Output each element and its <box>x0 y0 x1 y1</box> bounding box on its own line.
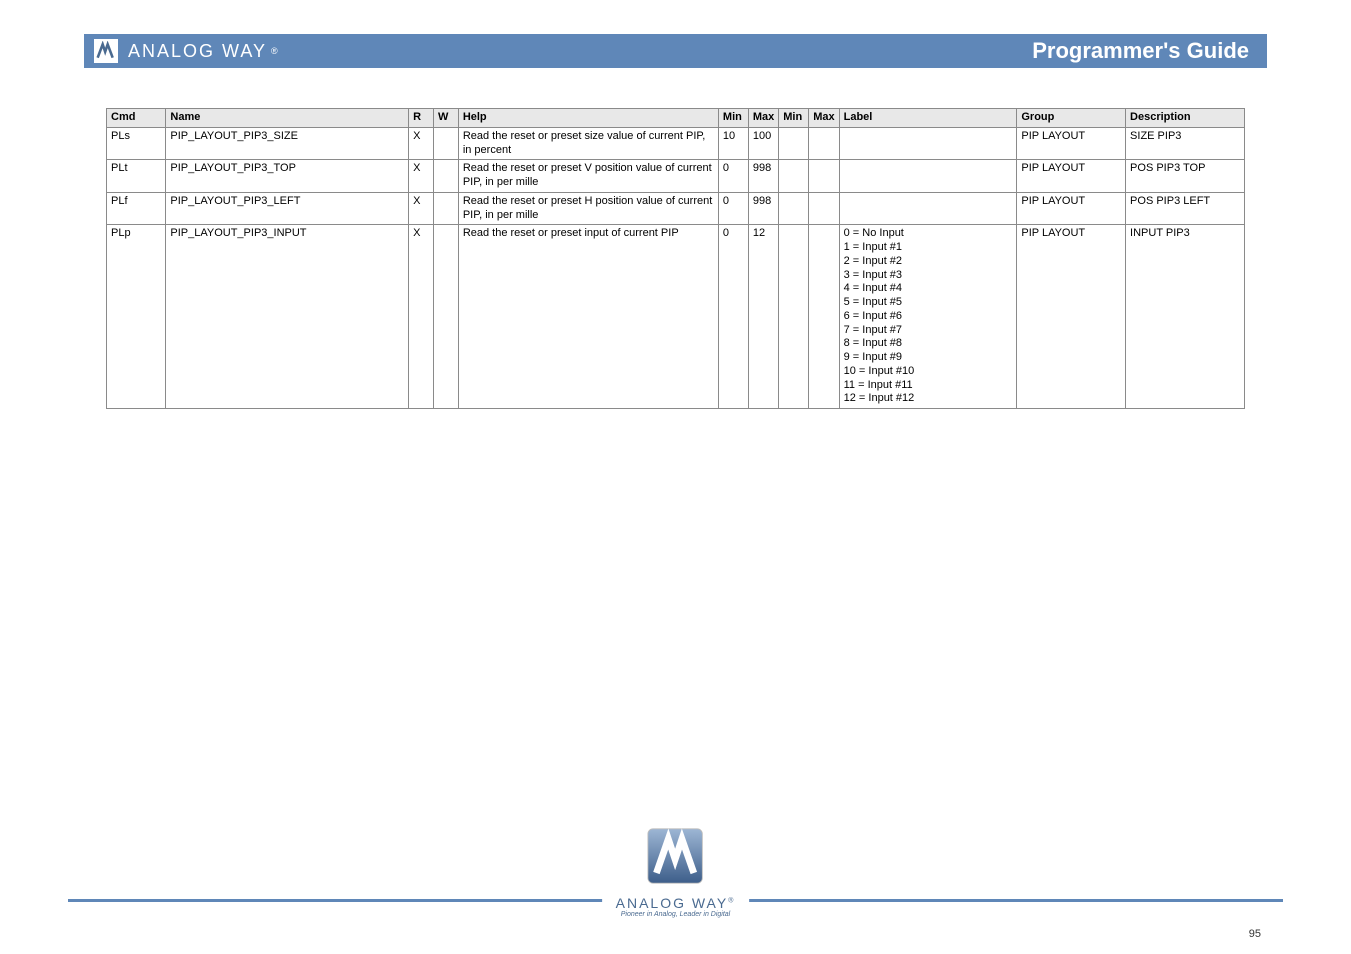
table-row: PLt PIP_LAYOUT_PIP3_TOP X Read the reset… <box>107 160 1245 193</box>
cell-cmd: PLp <box>107 225 166 409</box>
cell-max: 998 <box>748 192 778 225</box>
th-min: Min <box>718 109 748 128</box>
cell-w <box>433 225 458 409</box>
brand-reg-icon: ® <box>271 46 278 56</box>
page-number: 95 <box>1249 928 1261 940</box>
cell-min: 0 <box>718 225 748 409</box>
cell-label <box>839 192 1017 225</box>
cell-name: PIP_LAYOUT_PIP3_LEFT <box>166 192 409 225</box>
cell-max: 100 <box>748 127 778 160</box>
th-desc: Description <box>1126 109 1245 128</box>
cell-min: 10 <box>718 127 748 160</box>
th-w: W <box>433 109 458 128</box>
cell-min: 0 <box>718 192 748 225</box>
cell-max2 <box>809 192 839 225</box>
cell-r: X <box>409 192 434 225</box>
cell-group: PIP LAYOUT <box>1017 225 1126 409</box>
footer-brand-reg: ® <box>728 897 735 904</box>
cell-min2 <box>779 225 809 409</box>
th-max2: Max <box>809 109 839 128</box>
footer-logo-icon <box>642 822 710 890</box>
th-group: Group <box>1017 109 1126 128</box>
cell-min2 <box>779 127 809 160</box>
cell-min: 0 <box>718 160 748 193</box>
cell-label <box>839 127 1017 160</box>
cell-name: PIP_LAYOUT_PIP3_SIZE <box>166 127 409 160</box>
cell-w <box>433 160 458 193</box>
th-label: Label <box>839 109 1017 128</box>
cell-group: PIP LAYOUT <box>1017 160 1126 193</box>
cell-group: PIP LAYOUT <box>1017 127 1126 160</box>
table-row: PLs PIP_LAYOUT_PIP3_SIZE X Read the rese… <box>107 127 1245 160</box>
cell-help: Read the reset or preset V position valu… <box>458 160 718 193</box>
table-row: PLf PIP_LAYOUT_PIP3_LEFT X Read the rese… <box>107 192 1245 225</box>
cell-r: X <box>409 160 434 193</box>
th-name: Name <box>166 109 409 128</box>
cell-max: 998 <box>748 160 778 193</box>
table-header-row: Cmd Name R W Help Min Max Min Max Label … <box>107 109 1245 128</box>
cell-label <box>839 160 1017 193</box>
cell-help: Read the reset or preset size value of c… <box>458 127 718 160</box>
cell-desc: SIZE PIP3 <box>1126 127 1245 160</box>
cell-cmd: PLf <box>107 192 166 225</box>
footer-brand-text: ANALOG WAY <box>616 895 729 911</box>
cell-help: Read the reset or preset H position valu… <box>458 192 718 225</box>
cell-group: PIP LAYOUT <box>1017 192 1126 225</box>
th-cmd: Cmd <box>107 109 166 128</box>
th-min2: Min <box>779 109 809 128</box>
command-table: Cmd Name R W Help Min Max Min Max Label … <box>106 108 1245 409</box>
cell-min2 <box>779 160 809 193</box>
cell-max2 <box>809 160 839 193</box>
footer-tagline: Pioneer in Analog, Leader in Digital <box>616 911 736 918</box>
cell-cmd: PLs <box>107 127 166 160</box>
cell-min2 <box>779 192 809 225</box>
cell-w <box>433 192 458 225</box>
cell-cmd: PLt <box>107 160 166 193</box>
cell-max2 <box>809 127 839 160</box>
cell-desc: POS PIP3 LEFT <box>1126 192 1245 225</box>
brand-text: ANALOG WAY <box>128 41 267 62</box>
cell-desc: INPUT PIP3 <box>1126 225 1245 409</box>
cell-name: PIP_LAYOUT_PIP3_INPUT <box>166 225 409 409</box>
cell-r: X <box>409 127 434 160</box>
cell-max: 12 <box>748 225 778 409</box>
th-help: Help <box>458 109 718 128</box>
cell-w <box>433 127 458 160</box>
th-r: R <box>409 109 434 128</box>
cell-name: PIP_LAYOUT_PIP3_TOP <box>166 160 409 193</box>
cell-max2 <box>809 225 839 409</box>
cell-label: 0 = No Input 1 = Input #1 2 = Input #2 3… <box>839 225 1017 409</box>
page-title: Programmer's Guide <box>1032 38 1249 64</box>
cell-help: Read the reset or preset input of curren… <box>458 225 718 409</box>
footer-logo: ANALOG WAY® Pioneer in Analog, Leader in… <box>602 822 750 918</box>
th-max: Max <box>748 109 778 128</box>
cell-desc: POS PIP3 TOP <box>1126 160 1245 193</box>
cell-r: X <box>409 225 434 409</box>
brand-logo-icon <box>94 39 118 63</box>
table-row: PLp PIP_LAYOUT_PIP3_INPUT X Read the res… <box>107 225 1245 409</box>
